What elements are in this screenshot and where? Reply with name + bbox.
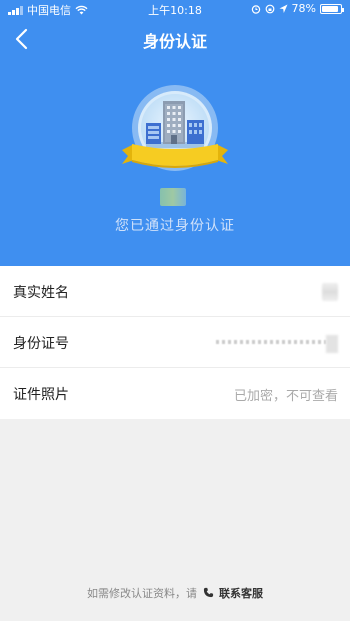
rotation-lock-icon <box>265 4 274 13</box>
alarm-icon <box>251 4 260 14</box>
row-id-number: 身份证号 <box>0 317 350 368</box>
row-id-photo: 证件照片 已加密，不可查看 <box>0 368 350 419</box>
battery-percent: 78% <box>291 2 316 15</box>
verified-building-badge-icon <box>122 85 228 171</box>
header-banner: 中国电信 上午10:18 78% 身份认证 您已通过身份认证 <box>0 0 350 266</box>
status-bar: 中国电信 上午10:18 78% <box>0 0 350 18</box>
real-name-masked-value <box>322 283 338 301</box>
footer-prefix-text: 如需修改认证资料，请 <box>87 587 197 600</box>
id-number-masked-value <box>216 335 338 353</box>
navigation-bar: 身份认证 <box>0 22 350 56</box>
id-photo-value: 已加密，不可查看 <box>233 389 338 404</box>
id-photo-label: 证件照片 <box>13 387 69 403</box>
location-icon <box>279 4 288 13</box>
page-title: 身份认证 <box>142 32 207 51</box>
phone-icon <box>203 587 213 598</box>
row-real-name: 真实姓名 <box>0 266 350 317</box>
real-name-label: 真实姓名 <box>13 285 69 301</box>
status-right: 78% <box>251 2 344 15</box>
masked-name <box>160 188 186 206</box>
verified-status-text: 您已通过身份认证 <box>115 218 235 234</box>
identity-info-list: 真实姓名 身份证号 证件照片 已加密，不可查看 <box>0 266 350 419</box>
id-number-label: 身份证号 <box>13 336 69 352</box>
contact-support-link[interactable]: 联系客服 <box>219 587 263 600</box>
footer-hint: 如需修改认证资料，请 联系客服 <box>0 585 350 601</box>
battery-icon <box>320 3 344 14</box>
